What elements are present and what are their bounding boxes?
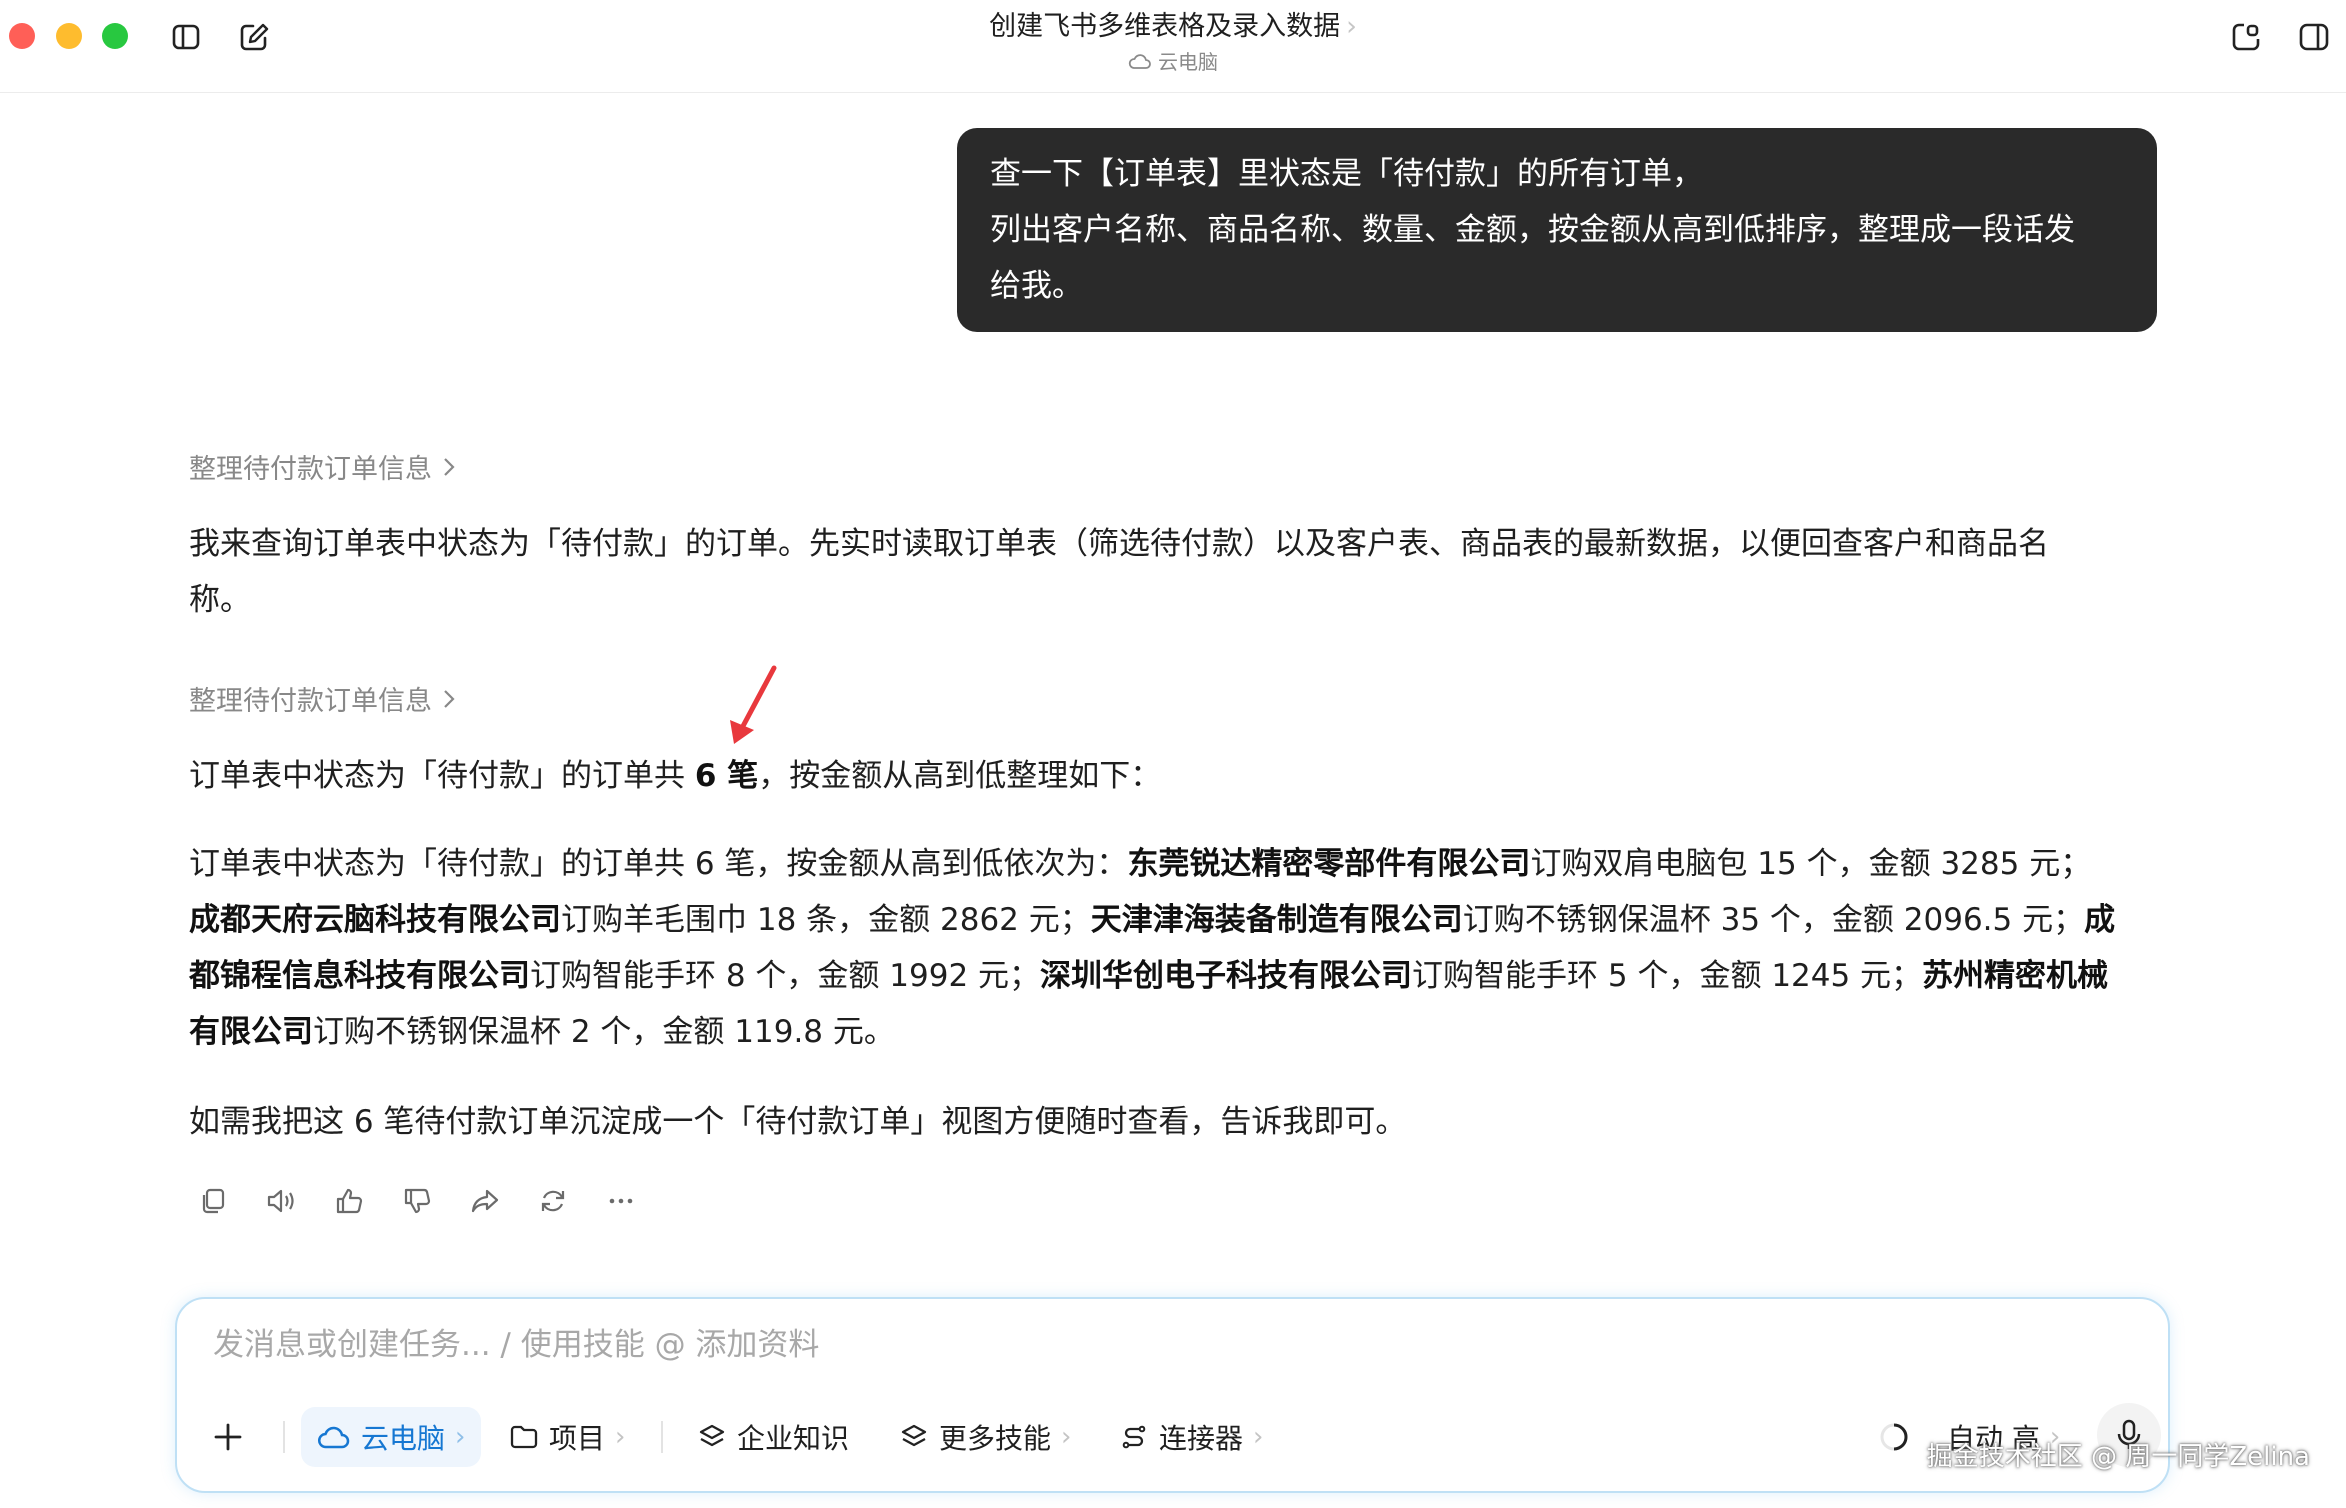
window-title-text: 创建飞书多维表格及录入数据 <box>989 11 1341 42</box>
cloud-icon <box>1128 53 1151 69</box>
title-bar: 创建飞书多维表格及录入数据 › 云电脑 <box>0 0 2346 93</box>
plus-icon <box>214 1423 242 1451</box>
chevron-right-icon: › <box>1061 1422 1072 1452</box>
step-label: 整理待付款订单信息 <box>189 454 432 485</box>
customer-name: 苏州精密机械 <box>1922 958 2109 994</box>
progress-ring-icon <box>1880 1423 1908 1451</box>
customer-name: 天津津海装备制造有限公司 <box>1090 902 1463 938</box>
customer-name: 深圳华创电子科技有限公司 <box>1040 958 1413 994</box>
assistant-detail-paragraph: 订单表中状态为「待付款」的订单共 6 笔，按金额从高到低依次为：东莞锐达精密零部… <box>189 836 2189 1060</box>
add-attachment-button[interactable] <box>211 1407 245 1467</box>
user-message-line: 给我。 <box>990 268 1083 304</box>
window-subtitle: 云电脑 <box>0 46 2346 75</box>
layers-icon <box>901 1424 927 1447</box>
speaker-icon[interactable] <box>264 1184 297 1217</box>
user-message-line: 列出客户名称、商品名称、数量、金额，按金额从高到低排序，整理成一段话发 <box>990 212 2075 248</box>
detail-text: 订购智能手环 5 个，金额 1245 元； <box>1412 958 1923 994</box>
summary-suffix: ，按金额从高到低整理如下： <box>758 758 1162 794</box>
step-collapsible-2[interactable]: 整理待付款订单信息 <box>189 679 456 718</box>
summary-prefix: 订单表中状态为「待付款」的订单共 <box>189 758 695 794</box>
assistant-intro-paragraph: 我来查询订单表中状态为「待付款」的订单。先实时读取订单表（筛选待付款）以及客户表… <box>189 516 2189 628</box>
toolbar-divider <box>661 1421 663 1453</box>
customer-name: 成 <box>2084 902 2116 938</box>
folder-icon <box>510 1425 538 1449</box>
chevron-right-icon <box>444 689 455 708</box>
customer-name: 成都天府云脑科技有限公司 <box>189 902 561 938</box>
enterprise-knowledge-label: 企业知识 <box>737 1422 850 1455</box>
more-skills-label: 更多技能 <box>939 1422 1052 1455</box>
detail-text: 订购羊毛围巾 18 条，金额 2862 元； <box>561 902 1091 938</box>
intro-line: 我来查询订单表中状态为「待付款」的订单。先实时读取订单表（筛选待付款）以及客户表… <box>189 526 2049 562</box>
window-title[interactable]: 创建飞书多维表格及录入数据 › <box>0 4 2346 43</box>
detail-line: 订单表中状态为「待付款」的订单共 6 笔，按金额从高到低依次为：东莞锐达精密零部… <box>189 836 2189 892</box>
chevron-right-icon: › <box>615 1422 626 1452</box>
detail-line: 有限公司订购不锈钢保温杯 2 个，金额 119.8 元。 <box>189 1004 2189 1060</box>
detail-line: 成都天府云脑科技有限公司订购羊毛围巾 18 条，金额 2862 元；天津津海装备… <box>189 892 2189 948</box>
share-icon[interactable] <box>468 1184 501 1217</box>
watermark: 掘金技术社区 @ 周一同学Zelina <box>1926 1442 2310 1472</box>
context-usage-indicator <box>1877 1407 1911 1467</box>
intro-line: 称。 <box>189 582 251 618</box>
detail-text: 订购不锈钢保温杯 2 个，金额 119.8 元。 <box>313 1014 895 1050</box>
assistant-summary-line: 订单表中状态为「待付款」的订单共 6 笔，按金额从高到低整理如下： <box>189 748 2189 804</box>
message-composer: 云电脑 › 项目 › 企业知识 更多技能 › 连接器 › 自动 高 › <box>175 1297 2170 1493</box>
connector-button[interactable]: 连接器 › <box>1119 1407 1263 1467</box>
title-chevron-icon: › <box>1346 11 1357 42</box>
step-collapsible-1[interactable]: 整理待付款订单信息 <box>189 447 456 486</box>
user-message-bubble: 查一下【订单表】里状态是「待付款」的所有订单， 列出客户名称、商品名称、数量、金… <box>957 128 2157 332</box>
detail-line: 都锦程信息科技有限公司订购智能手环 8 个，金额 1992 元；深圳华创电子科技… <box>189 948 2189 1004</box>
more-options-icon[interactable] <box>604 1184 637 1217</box>
step-label: 整理待付款订单信息 <box>189 686 432 717</box>
detail-text: 订购不锈钢保温杯 35 个，金额 2096.5 元； <box>1462 902 2085 938</box>
customer-name: 东莞锐达精密零部件有限公司 <box>1127 846 1531 882</box>
cloud-icon <box>318 1426 350 1449</box>
cloud-computer-button[interactable]: 云电脑 › <box>301 1407 482 1467</box>
enterprise-knowledge-button[interactable]: 企业知识 <box>697 1407 849 1467</box>
subtitle-text: 云电脑 <box>1158 50 1218 74</box>
thumbs-up-icon[interactable] <box>332 1184 365 1217</box>
more-skills-button[interactable]: 更多技能 › <box>899 1407 1071 1467</box>
right-panel-toggle-icon[interactable] <box>2296 19 2332 55</box>
layers-icon <box>699 1424 725 1447</box>
connector-icon <box>1122 1425 1146 1449</box>
detail-text: 订购智能手环 8 个，金额 1992 元； <box>530 958 1041 994</box>
connector-label: 连接器 <box>1159 1422 1244 1455</box>
customer-name: 有限公司 <box>189 1014 313 1050</box>
cloud-computer-label: 云电脑 <box>361 1422 446 1455</box>
assistant-closing-line: 如需我把这 6 笔待付款订单沉淀成一个「待付款订单」视图方便随时查看，告诉我即可… <box>189 1104 1407 1140</box>
chevron-right-icon: › <box>455 1422 466 1452</box>
message-actions <box>196 1184 637 1217</box>
user-message-line: 查一下【订单表】里状态是「待付款」的所有订单， <box>990 156 1703 192</box>
chevron-right-icon: › <box>1253 1422 1264 1452</box>
toolbar-divider <box>283 1421 285 1453</box>
message-input[interactable] <box>211 1326 2015 1364</box>
chevron-right-icon <box>444 457 455 476</box>
thumbs-down-icon[interactable] <box>400 1184 433 1217</box>
summary-count: 6 笔 <box>694 758 759 794</box>
regenerate-icon[interactable] <box>536 1184 569 1217</box>
project-button[interactable]: 项目 › <box>509 1407 625 1467</box>
customer-name: 都锦程信息科技有限公司 <box>189 958 530 994</box>
share-panel-icon[interactable] <box>2228 19 2264 55</box>
copy-icon[interactable] <box>196 1184 229 1217</box>
annotation-arrow-icon <box>730 665 777 744</box>
detail-text: 订购双肩电脑包 15 个，金额 3285 元； <box>1530 846 2092 882</box>
detail-text: 订单表中状态为「待付款」的订单共 6 笔，按金额从高到低依次为： <box>189 846 1128 882</box>
project-label: 项目 <box>549 1422 606 1455</box>
